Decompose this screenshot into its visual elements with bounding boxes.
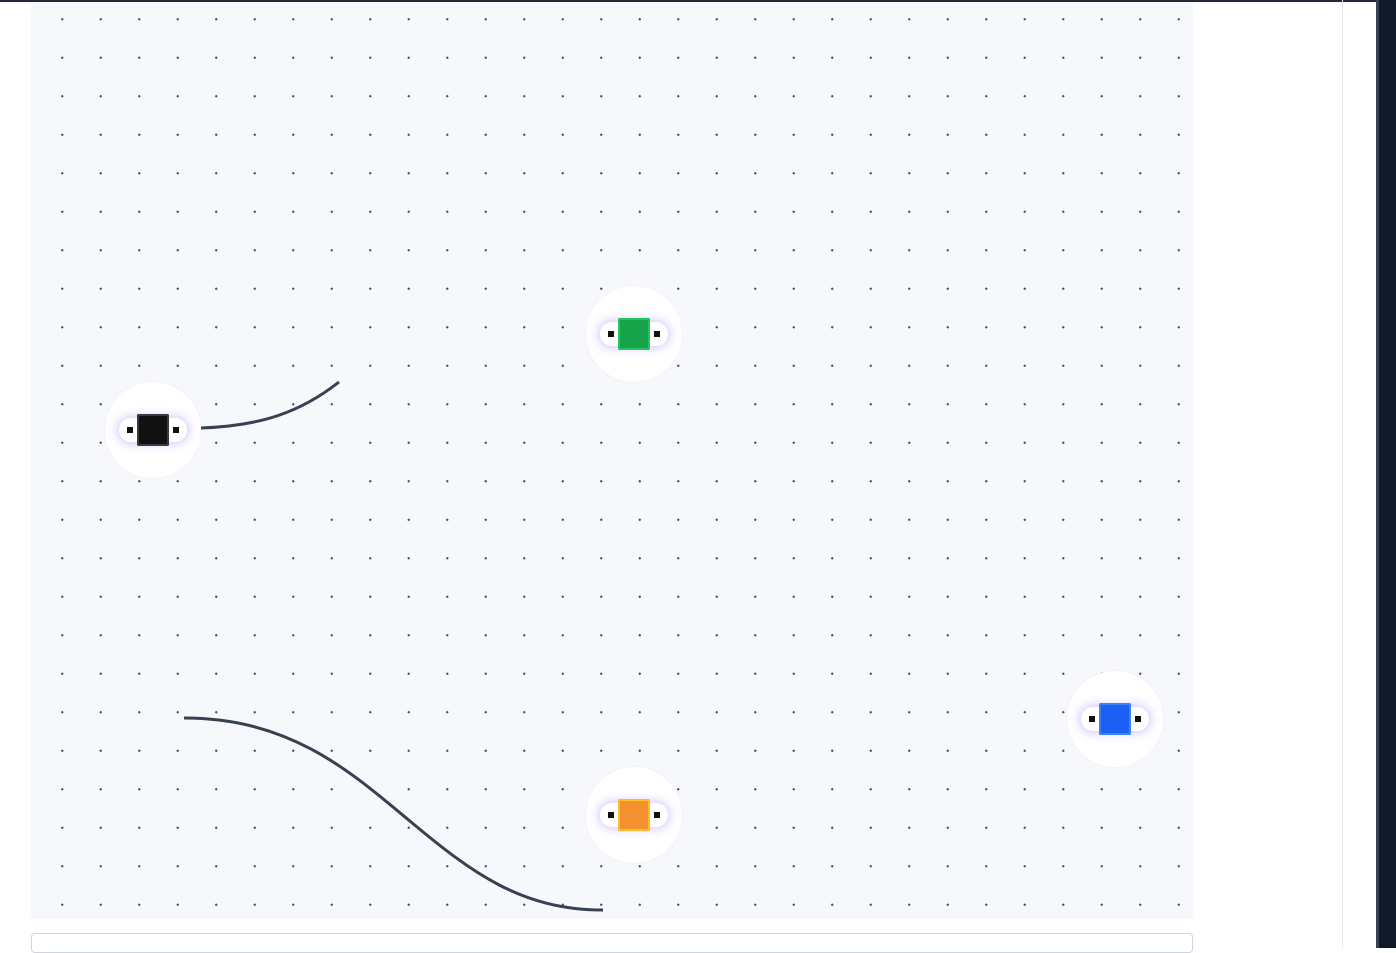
green-node[interactable] [586, 286, 682, 382]
orange-node[interactable] [586, 767, 682, 863]
input-port[interactable] [124, 424, 136, 436]
node-canvas[interactable] [31, 2, 1193, 919]
wire-black-out[interactable] [200, 380, 340, 430]
wire-to-orange[interactable] [183, 716, 604, 912]
input-port[interactable] [1086, 713, 1098, 725]
bottom-panel [31, 933, 1193, 953]
right-scrollbar[interactable] [1376, 0, 1396, 948]
output-port[interactable] [651, 328, 663, 340]
side-panel-divider [1342, 0, 1343, 948]
node-body[interactable] [1099, 703, 1131, 735]
node-body[interactable] [618, 318, 650, 350]
input-port[interactable] [605, 328, 617, 340]
blue-node[interactable] [1067, 671, 1163, 767]
output-port[interactable] [651, 809, 663, 821]
output-port[interactable] [1132, 713, 1144, 725]
node-body[interactable] [618, 799, 650, 831]
node-body[interactable] [137, 414, 169, 446]
black-node[interactable] [105, 382, 201, 478]
output-port[interactable] [170, 424, 182, 436]
input-port[interactable] [605, 809, 617, 821]
